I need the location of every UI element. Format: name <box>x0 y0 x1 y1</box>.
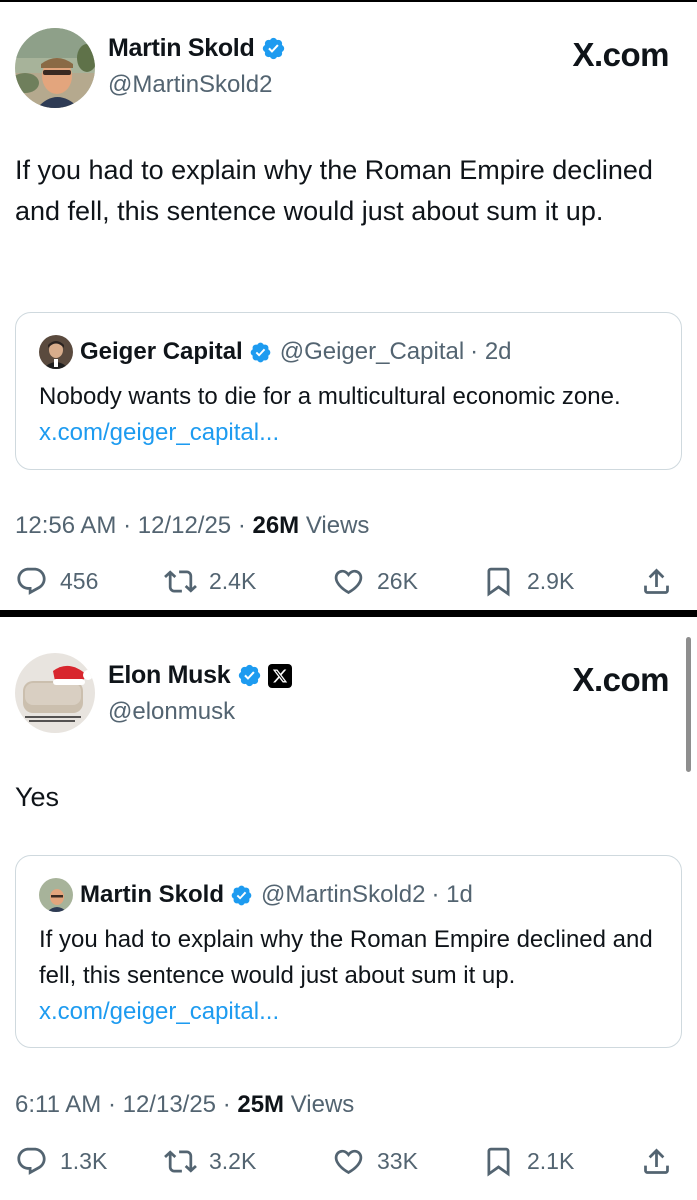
verified-badge-icon <box>263 37 285 60</box>
author-name[interactable]: Martin Skold <box>108 34 255 63</box>
bookmark-count: 2.1K <box>527 1148 575 1174</box>
quoted-tweet[interactable]: Martin Skold @MartinSkold2 · 1d If you h… <box>15 855 682 1048</box>
brand-text: X.com <box>572 36 669 73</box>
timestamp[interactable]: 6:11 AM · 12/13/25 · <box>15 1091 237 1118</box>
bookmark-button[interactable]: 2.9K <box>482 565 640 598</box>
x-affiliate-badge-icon <box>268 663 293 688</box>
bookmark-count: 2.9K <box>527 568 575 594</box>
repost-icon <box>164 1150 197 1173</box>
repost-count: 3.2K <box>209 1148 257 1174</box>
like-button[interactable]: 26K <box>332 565 482 598</box>
quoted-text-body: If you had to explain why the Roman Empi… <box>39 926 653 989</box>
views-label: Views <box>284 1091 355 1118</box>
quoted-tweet[interactable]: Geiger Capital @Geiger_Capital · 2d Nobo… <box>15 312 682 470</box>
quoted-timestamp: · 2d <box>470 338 512 365</box>
like-count: 33K <box>377 1148 418 1174</box>
tweet-divider <box>0 610 697 617</box>
share-icon <box>644 568 669 594</box>
action-bar: 1.3K 3.2K 33K 2.1K <box>15 1145 685 1178</box>
avatar[interactable] <box>15 653 95 733</box>
like-count: 26K <box>377 568 418 594</box>
scrollbar[interactable] <box>686 637 691 772</box>
bookmark-button[interactable]: 2.1K <box>482 1145 640 1178</box>
reply-icon <box>17 1147 46 1175</box>
tweet-text: If you had to explain why the Roman Empi… <box>15 155 653 226</box>
author-name[interactable]: Elon Musk <box>108 661 231 690</box>
quoted-link[interactable]: x.com/geiger_capital... <box>39 419 279 446</box>
quoted-avatar <box>39 335 73 369</box>
x-com-watermark: X.com <box>572 661 669 699</box>
share-icon <box>644 1148 669 1174</box>
brand-text: X.com <box>572 661 669 698</box>
reply-button[interactable]: 456 <box>15 565 164 598</box>
quoted-text-body: Nobody wants to die for a multicultural … <box>39 383 621 410</box>
quoted-link[interactable]: x.com/geiger_capital... <box>39 998 279 1025</box>
repost-count: 2.4K <box>209 568 257 594</box>
views-label: Views <box>299 512 370 539</box>
tweet-elon-musk: Elon Musk @elonmusk X.com Yes Martin Sko… <box>0 617 697 1200</box>
quoted-author-name: Martin Skold <box>80 881 225 908</box>
reply-button[interactable]: 1.3K <box>15 1145 164 1178</box>
like-icon <box>334 1149 363 1175</box>
quoted-author-handle: @Geiger_Capital <box>279 338 465 365</box>
action-bar: 456 2.4K 26K 2.9K <box>15 565 685 598</box>
repost-button[interactable]: 3.2K <box>164 1145 332 1178</box>
verified-badge-icon <box>250 342 271 362</box>
verified-badge-icon <box>239 664 261 687</box>
bookmark-icon <box>487 567 510 597</box>
reply-count: 456 <box>60 568 99 594</box>
bookmark-icon <box>487 1147 510 1177</box>
quoted-avatar <box>39 878 73 912</box>
timestamp[interactable]: 12:56 AM · 12/12/25 · <box>15 512 252 539</box>
tweet-martin-skold: Martin Skold @MartinSkold2 X.com If you … <box>0 0 697 610</box>
quoted-author-name: Geiger Capital <box>80 338 243 365</box>
views-count: 26M <box>252 512 300 539</box>
tweet-text: Yes <box>15 782 60 812</box>
tweet-meta: 12:56 AM · 12/12/25 · 26M Views <box>15 512 369 540</box>
x-com-watermark: X.com <box>572 36 669 74</box>
share-button[interactable] <box>640 1145 673 1178</box>
like-icon <box>334 569 363 595</box>
repost-icon <box>164 570 197 593</box>
author-handle[interactable]: @elonmusk <box>108 698 235 726</box>
quoted-text: Nobody wants to die for a multicultural … <box>39 379 669 451</box>
verified-badge-icon <box>231 885 252 905</box>
reply-icon <box>17 567 46 595</box>
quoted-timestamp: · 1d <box>431 881 473 908</box>
avatar[interactable] <box>15 28 95 108</box>
reply-count: 1.3K <box>60 1148 108 1174</box>
views-count: 25M <box>237 1091 285 1118</box>
share-button[interactable] <box>640 565 673 598</box>
tweet-meta: 6:11 AM · 12/13/25 · 25M Views <box>15 1091 354 1119</box>
quoted-text: If you had to explain why the Roman Empi… <box>39 922 669 1030</box>
repost-button[interactable]: 2.4K <box>164 565 332 598</box>
quoted-author-handle: @MartinSkold2 <box>261 881 426 908</box>
author-handle[interactable]: @MartinSkold2 <box>108 71 272 99</box>
like-button[interactable]: 33K <box>332 1145 482 1178</box>
